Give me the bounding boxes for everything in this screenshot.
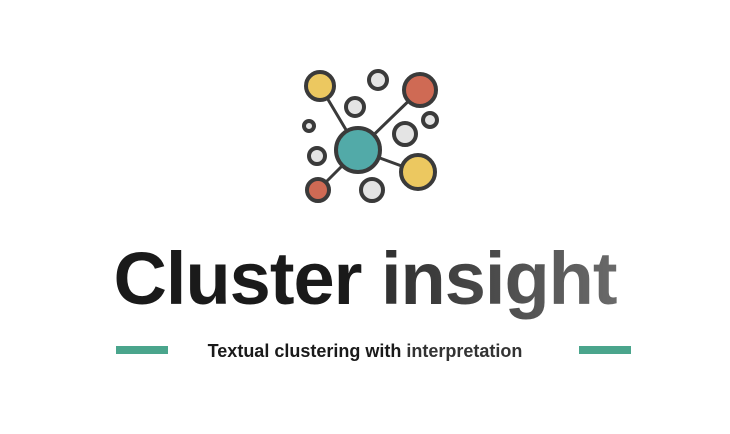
node-gray-small-upper	[344, 96, 366, 118]
node-gray-mid-left	[307, 146, 327, 166]
network-cluster-icon	[302, 69, 439, 203]
tagline-part-2: interpretation	[401, 341, 523, 361]
node-gray-bottom	[359, 177, 385, 203]
node-gray-dot-left	[302, 119, 316, 133]
node-red-top-right	[402, 72, 438, 108]
app-title: Cluster insight	[0, 242, 730, 316]
node-yellow-top-left	[304, 70, 336, 102]
node-gray-far-right	[421, 111, 439, 129]
tagline-row: Textual clustering with interpretation	[0, 339, 730, 363]
node-yellow-bottom-right	[399, 153, 437, 191]
nodes	[302, 69, 439, 203]
node-teal-center	[334, 126, 382, 174]
title-word-cluster: Cluster	[113, 237, 362, 320]
title-word-insight: insight	[361, 237, 618, 320]
accent-bar-right	[579, 346, 631, 354]
tagline-part-1: Textual clustering with	[207, 341, 402, 361]
node-gray-right	[392, 121, 418, 147]
node-red-bottom-left	[305, 177, 331, 203]
node-gray-top	[367, 69, 389, 91]
